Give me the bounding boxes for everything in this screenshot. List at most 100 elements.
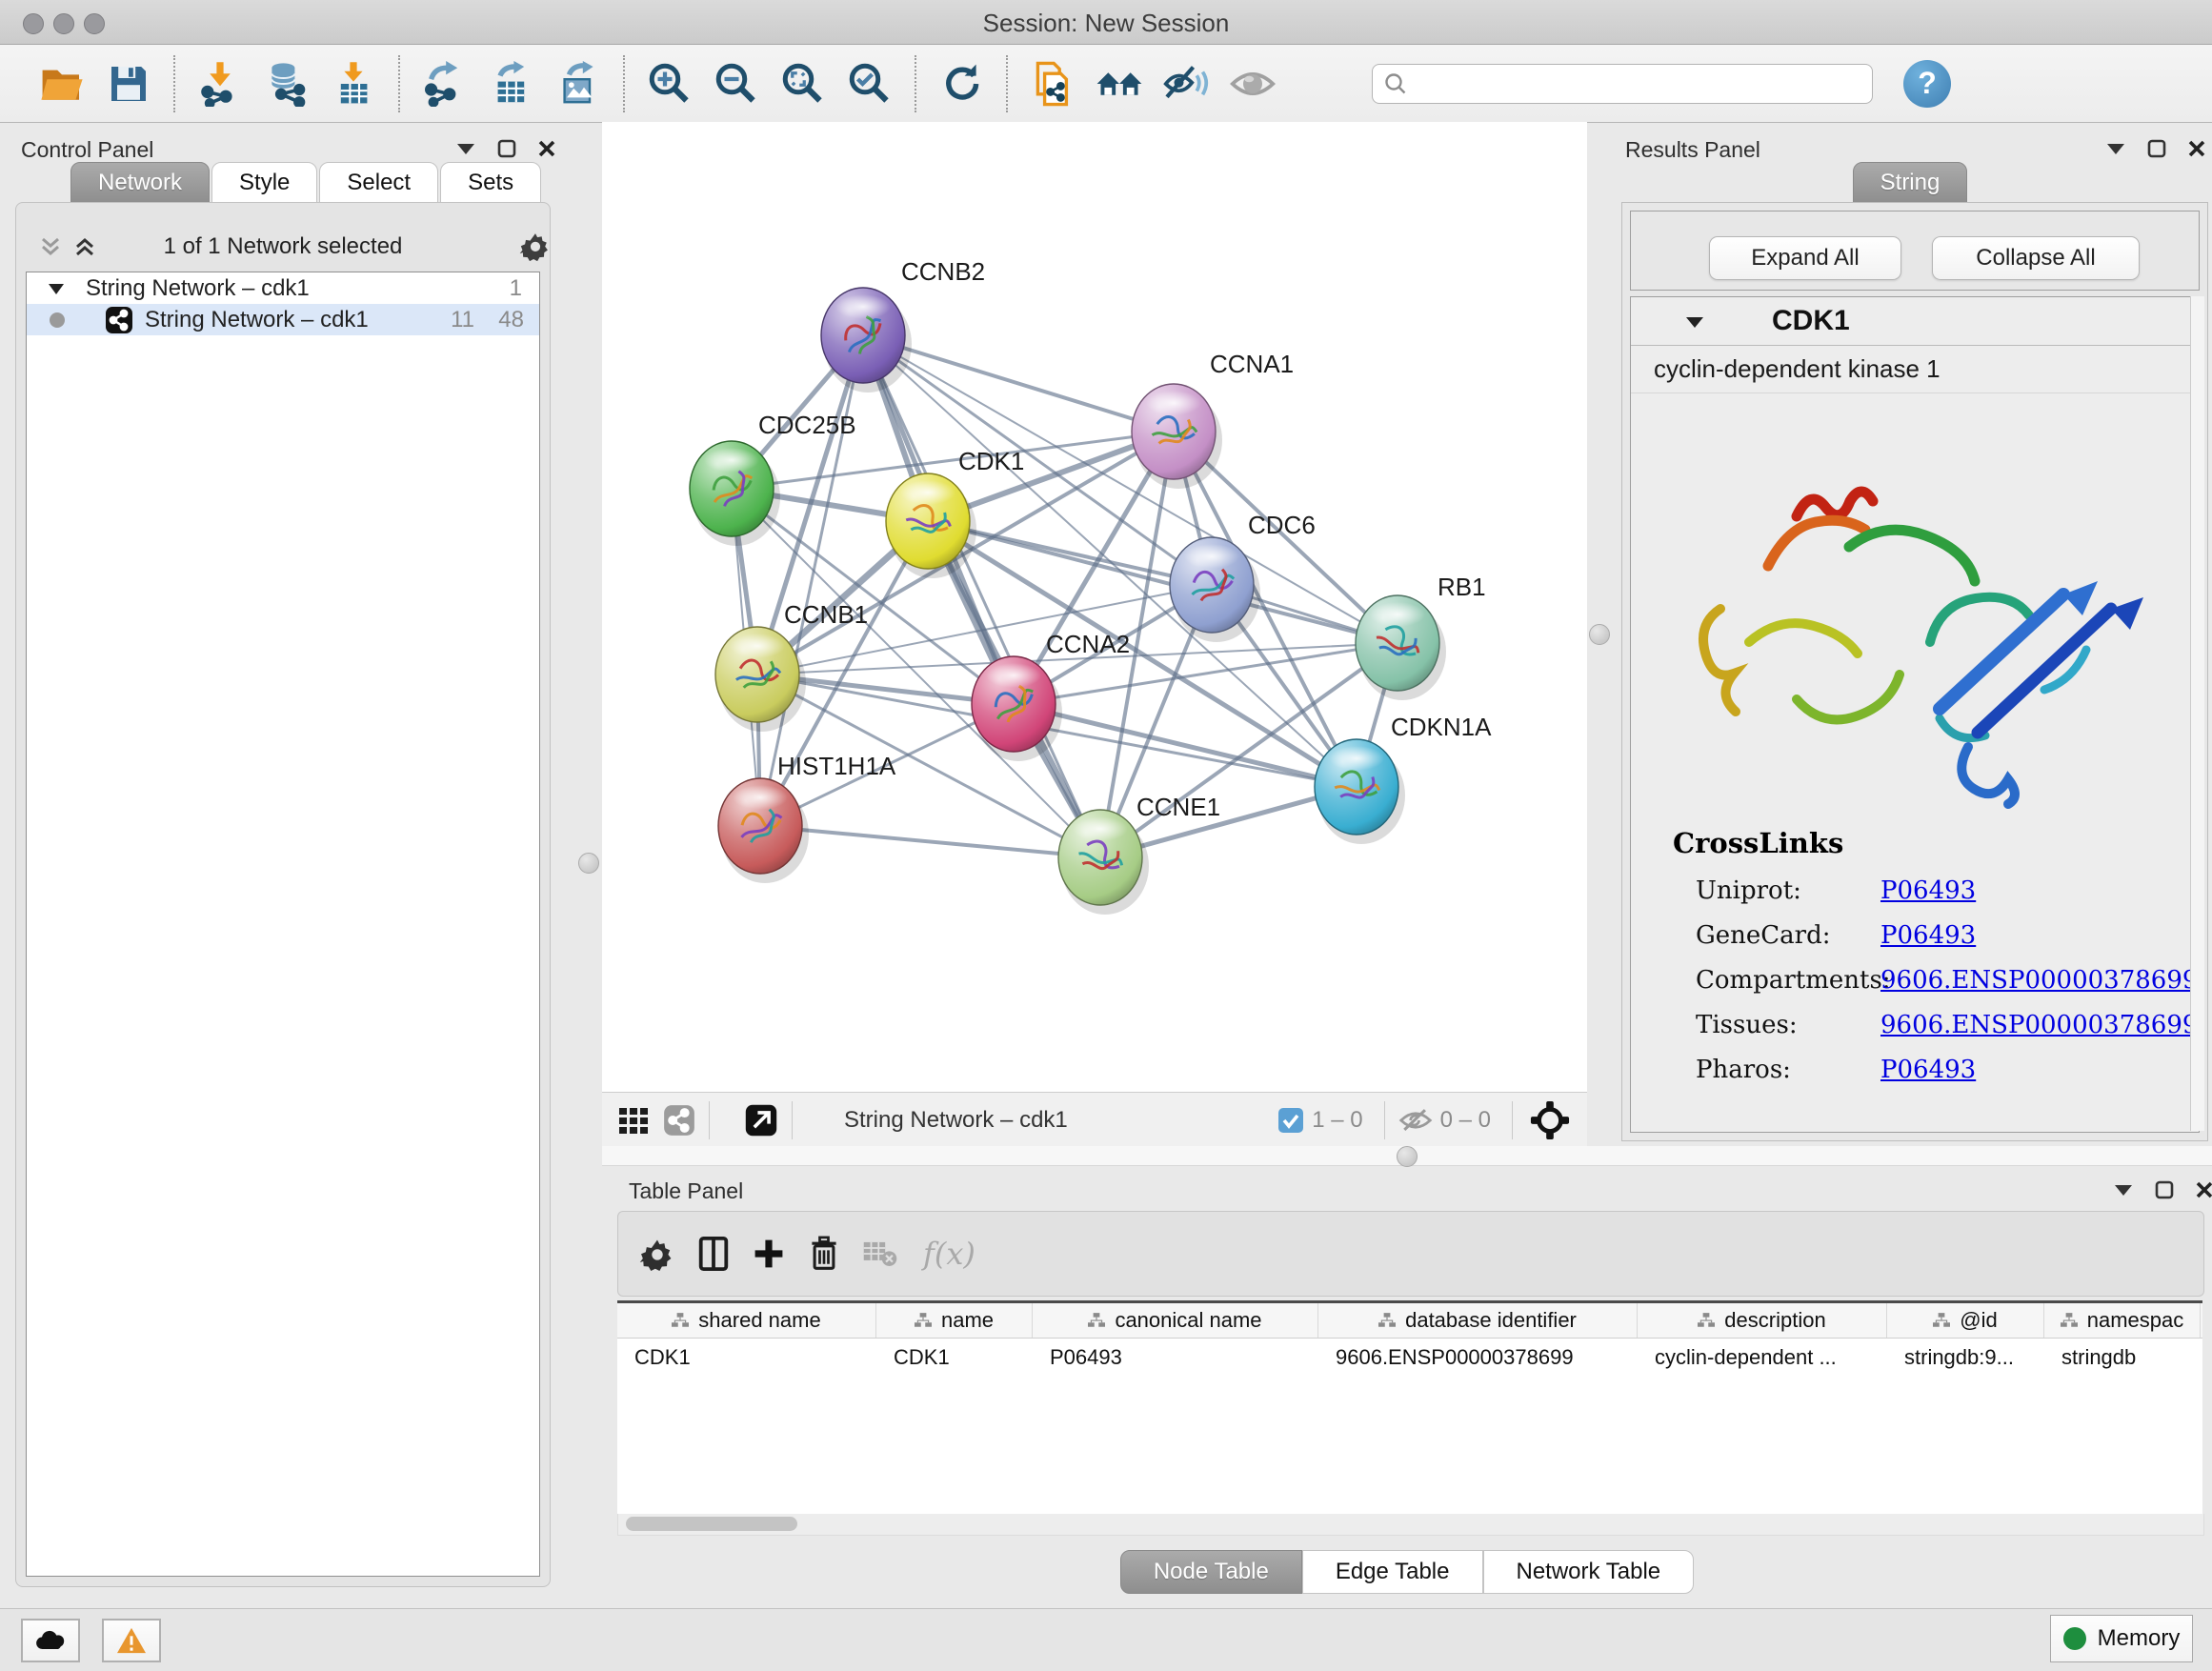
import-network-database-icon[interactable]: [259, 56, 314, 111]
network-graph[interactable]: CCNB2CCNA1CDC25BCDK1CDC6RB1CCNB1CCNA2CDK…: [602, 122, 1587, 1092]
network-badge-icon[interactable]: [663, 1104, 695, 1137]
network-node[interactable]: [821, 288, 912, 393]
network-node[interactable]: [718, 778, 809, 883]
close-panel-icon[interactable]: [537, 139, 556, 158]
export-image-icon[interactable]: [551, 56, 606, 111]
scrollbar-thumb[interactable]: [626, 1517, 797, 1531]
detach-view-icon[interactable]: [744, 1103, 778, 1137]
refresh-icon[interactable]: [934, 56, 989, 111]
delete-column-icon[interactable]: [807, 1236, 841, 1272]
table-options-gear-icon[interactable]: [639, 1236, 675, 1272]
network-options-gear-icon[interactable]: [519, 230, 552, 267]
import-network-file-icon[interactable]: [192, 56, 248, 111]
help-icon[interactable]: ?: [1903, 60, 1951, 108]
panel-menu-icon[interactable]: [2113, 1182, 2134, 1198]
network-edge[interactable]: [863, 335, 1100, 857]
float-panel-icon[interactable]: [2155, 1180, 2174, 1199]
network-node[interactable]: [1058, 810, 1149, 915]
panel-menu-icon[interactable]: [2105, 141, 2126, 156]
network-node[interactable]: [1356, 595, 1446, 700]
collapse-all-button[interactable]: Collapse All: [1932, 236, 2140, 280]
column-header-shared-name[interactable]: shared name: [617, 1303, 876, 1338]
table-row[interactable]: CDK1CDK1P064939606.ENSP00000378699cyclin…: [617, 1339, 2202, 1377]
table-cell[interactable]: CDK1: [876, 1339, 1033, 1377]
table-cell[interactable]: 9606.ENSP00000378699: [1318, 1339, 1638, 1377]
crosslink-link[interactable]: 9606.ENSP00000378699: [1880, 966, 2198, 995]
import-table-icon[interactable]: [326, 56, 381, 111]
warnings-button[interactable]: [102, 1619, 161, 1662]
tab-string[interactable]: String: [1853, 162, 1968, 204]
collapse-entry-icon[interactable]: [1684, 314, 1705, 330]
crosslink-link[interactable]: P06493: [1880, 876, 1976, 905]
network-node[interactable]: [972, 656, 1062, 761]
tab-sets[interactable]: Sets: [440, 162, 541, 204]
function-builder-icon[interactable]: f(x): [923, 1236, 975, 1272]
column-header-canonical-name[interactable]: canonical name: [1033, 1303, 1318, 1338]
table-cell[interactable]: stringdb:9...: [1887, 1339, 2044, 1377]
float-panel-icon[interactable]: [2147, 139, 2166, 158]
tab-style[interactable]: Style: [211, 162, 317, 204]
search-field[interactable]: [1372, 64, 1873, 104]
network-edge[interactable]: [928, 521, 1398, 643]
open-session-icon[interactable]: [34, 56, 90, 111]
tab-node-table[interactable]: Node Table: [1120, 1550, 1302, 1594]
network-node[interactable]: [1132, 384, 1222, 489]
memory-button[interactable]: Memory: [2050, 1615, 2193, 1662]
horizontal-splitter-handle[interactable]: [1397, 1146, 1418, 1167]
zoom-out-icon[interactable]: [709, 56, 764, 111]
network-edge[interactable]: [757, 585, 1212, 674]
network-node[interactable]: [886, 473, 976, 578]
results-scrollbar[interactable]: [2190, 296, 2204, 1131]
cloud-status-button[interactable]: [21, 1619, 80, 1662]
expand-all-button[interactable]: Expand All: [1709, 236, 1901, 280]
save-session-icon[interactable]: [101, 56, 156, 111]
tab-edge-table[interactable]: Edge Table: [1302, 1550, 1483, 1594]
column-header-description[interactable]: description: [1638, 1303, 1887, 1338]
float-panel-icon[interactable]: [497, 139, 516, 158]
network-collection-row[interactable]: String Network – cdk1 1: [27, 272, 539, 304]
zoom-in-icon[interactable]: [642, 56, 697, 111]
network-node[interactable]: [1170, 537, 1260, 642]
selected-checkbox-icon[interactable]: [1277, 1107, 1304, 1134]
crosslink-link[interactable]: P06493: [1880, 921, 1976, 950]
birds-eye-view-icon[interactable]: [1530, 1100, 1570, 1140]
hide-selected-icon[interactable]: [1158, 56, 1214, 111]
add-column-icon[interactable]: [752, 1237, 786, 1271]
network-node[interactable]: [690, 441, 780, 546]
crosslink-link[interactable]: 9606.ENSP00000378699: [1880, 1011, 2198, 1039]
search-input[interactable]: [1372, 64, 1873, 104]
table-cell[interactable]: CDK1: [617, 1339, 876, 1377]
grid-view-icon[interactable]: [617, 1104, 650, 1137]
hidden-eye-icon[interactable]: [1398, 1106, 1433, 1135]
table-cell[interactable]: stringdb: [2044, 1339, 2201, 1377]
horizontal-splitter[interactable]: [602, 1146, 2212, 1166]
tab-select[interactable]: Select: [319, 162, 438, 204]
clone-network-icon[interactable]: [1025, 56, 1080, 111]
vertical-splitter-handle[interactable]: [1589, 624, 1610, 645]
home-icon[interactable]: [1092, 56, 1147, 111]
crosslink-link[interactable]: P06493: [1880, 1056, 1976, 1084]
tree-expand-icon[interactable]: [48, 282, 65, 295]
network-view-canvas[interactable]: CCNB2CCNA1CDC25BCDK1CDC6RB1CCNB1CCNA2CDK…: [602, 122, 1587, 1092]
column-header-namespac[interactable]: namespac: [2044, 1303, 2201, 1338]
vertical-splitter-handle[interactable]: [578, 853, 599, 874]
tab-network-table[interactable]: Network Table: [1483, 1550, 1695, 1594]
column-header-name[interactable]: name: [876, 1303, 1033, 1338]
tab-network[interactable]: Network: [70, 162, 210, 204]
table-cell[interactable]: cyclin-dependent ...: [1638, 1339, 1887, 1377]
export-network-icon[interactable]: [417, 56, 473, 111]
column-header-database-identifier[interactable]: database identifier: [1318, 1303, 1638, 1338]
panel-menu-icon[interactable]: [455, 141, 476, 156]
zoom-fit-icon[interactable]: [775, 56, 831, 111]
network-node[interactable]: [1315, 739, 1405, 844]
close-panel-icon[interactable]: [2195, 1180, 2212, 1199]
export-table-icon[interactable]: [484, 56, 539, 111]
network-row-selected[interactable]: String Network – cdk1 11 48: [27, 304, 539, 335]
show-all-icon[interactable]: [1225, 56, 1280, 111]
table-cell[interactable]: P06493: [1033, 1339, 1318, 1377]
network-edge[interactable]: [732, 432, 1174, 489]
close-panel-icon[interactable]: [2187, 139, 2206, 158]
delete-table-icon[interactable]: [862, 1238, 898, 1269]
result-entry-header[interactable]: CDK1: [1631, 297, 2199, 346]
zoom-selected-icon[interactable]: [842, 56, 897, 111]
